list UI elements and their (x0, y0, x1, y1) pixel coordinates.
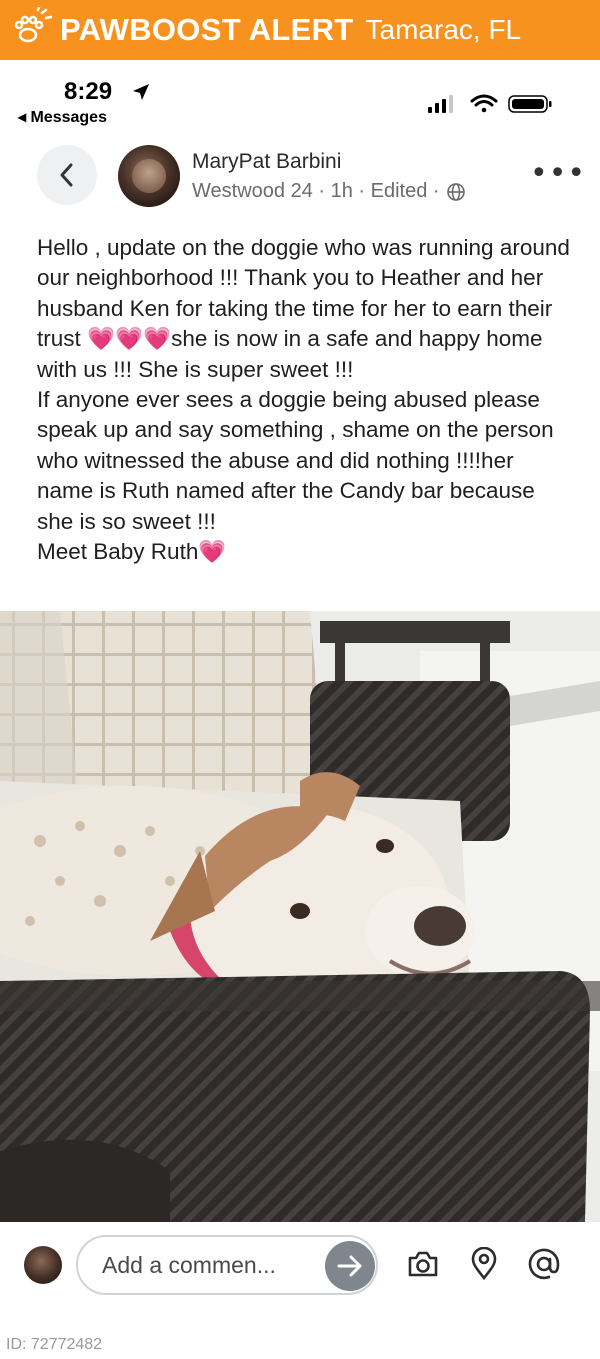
paw-alert-icon (14, 7, 53, 43)
comment-box[interactable] (76, 1235, 378, 1295)
more-options-button[interactable]: ••• (530, 159, 586, 189)
location-arrow-icon (133, 84, 149, 100)
post-text-part-2: she is now in a safe and happy home with… (37, 326, 554, 565)
dog-photo-illustration (0, 611, 600, 1222)
signal-icon (428, 95, 453, 113)
group-name[interactable]: Westwood 24 (192, 180, 313, 203)
post-body: Hello , update on the doggie who was run… (37, 233, 572, 567)
camera-icon[interactable] (406, 1247, 440, 1281)
location-pin-icon[interactable] (467, 1247, 501, 1281)
back-to-messages[interactable]: ◂ Messages (18, 107, 107, 127)
send-button[interactable] (325, 1241, 375, 1291)
status-icons (428, 94, 552, 113)
back-button[interactable] (37, 145, 97, 205)
banner-location: Tamarac, FL (365, 14, 522, 45)
comment-input[interactable] (100, 1251, 324, 1280)
image-id-label: ID: 72772482 (6, 1336, 103, 1353)
edited-label: Edited (370, 180, 428, 202)
post-time: 1h (330, 180, 353, 202)
pawboost-banner: PAWBOOST ALERT Tamarac, FL (0, 0, 600, 60)
wifi-icon (470, 94, 498, 113)
post-photo-dog[interactable] (0, 611, 600, 1222)
globe-icon (446, 182, 465, 201)
current-user-avatar[interactable] (24, 1246, 62, 1284)
status-time: 8:29 (64, 78, 113, 105)
banner-brand: PAWBOOST ALERT (60, 12, 354, 47)
author-name[interactable]: MaryPat Barbini (192, 150, 341, 174)
author-avatar[interactable] (118, 145, 180, 207)
heart-emoji: 💗 (198, 539, 227, 565)
send-arrow-icon (337, 1255, 362, 1277)
at-sign-icon[interactable] (527, 1247, 561, 1281)
chevron-left-icon (60, 163, 73, 187)
battery-icon (508, 95, 552, 113)
post-meta: Westwood 24 · 1h · Edited · (192, 180, 466, 203)
heart-emojis: 💗💗💗 (87, 326, 172, 352)
